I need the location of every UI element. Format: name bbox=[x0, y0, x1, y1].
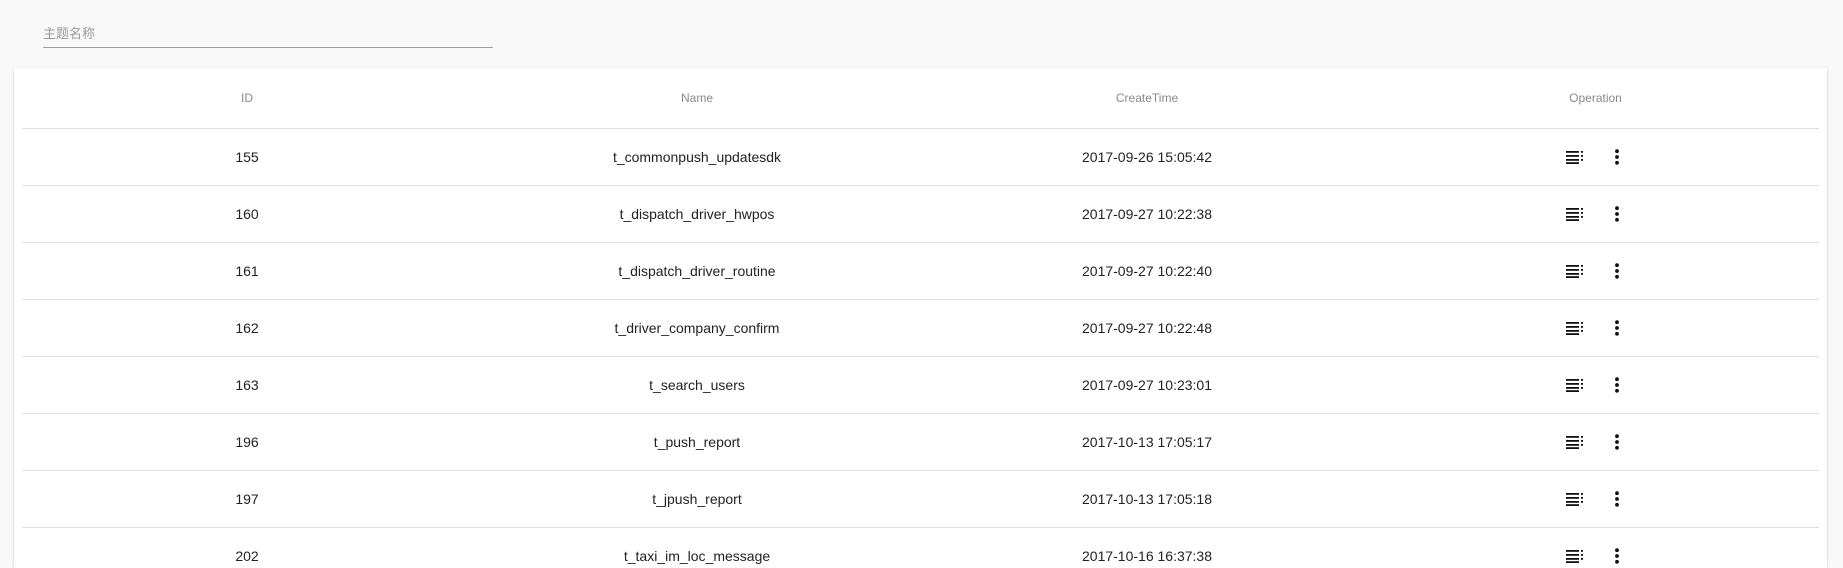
more-vert-icon[interactable] bbox=[1605, 544, 1629, 568]
cell-id: 160 bbox=[235, 206, 259, 222]
cell-id: 196 bbox=[235, 434, 259, 450]
column-header-create-time: CreateTime bbox=[1115, 91, 1179, 105]
list-detail-icon[interactable] bbox=[1563, 202, 1587, 226]
cell-create-time: 2017-09-27 10:22:40 bbox=[1082, 263, 1212, 279]
table-row: 162 t_driver_company_confirm 2017-09-27 10… bbox=[22, 300, 1819, 357]
list-detail-icon[interactable] bbox=[1563, 544, 1587, 568]
cell-operation bbox=[1372, 316, 1819, 340]
cell-create-time: 2017-09-27 10:22:48 bbox=[1082, 320, 1212, 336]
cell-operation bbox=[1372, 430, 1819, 454]
more-vert-icon[interactable] bbox=[1605, 373, 1629, 397]
cell-name: t_commonpush_updatesdk bbox=[612, 149, 782, 165]
cell-id: 202 bbox=[235, 548, 259, 564]
search-field[interactable] bbox=[43, 20, 493, 48]
cell-name: t_taxi_im_loc_message bbox=[623, 548, 771, 564]
column-header-id: ID bbox=[241, 91, 253, 105]
cell-create-time: 2017-09-26 15:05:42 bbox=[1082, 149, 1212, 165]
list-detail-icon[interactable] bbox=[1563, 373, 1587, 397]
column-header-name: Name bbox=[680, 91, 713, 105]
table-row: 196 t_push_report 2017-10-13 17:05:17 bbox=[22, 414, 1819, 471]
table-row: 163 t_search_users 2017-09-27 10:23:01 bbox=[22, 357, 1819, 414]
cell-create-time: 2017-10-16 16:37:38 bbox=[1082, 548, 1212, 564]
cell-id: 161 bbox=[235, 263, 259, 279]
table-row: 161 t_dispatch_driver_routine 2017-09-27 1… bbox=[22, 243, 1819, 300]
more-vert-icon[interactable] bbox=[1605, 430, 1629, 454]
cell-create-time: 2017-09-27 10:23:01 bbox=[1082, 377, 1212, 393]
table-row: 160 t_dispatch_driver_hwpos 2017-09-27 10:… bbox=[22, 186, 1819, 243]
cell-operation bbox=[1372, 487, 1819, 511]
cell-create-time: 2017-09-27 10:22:38 bbox=[1082, 206, 1212, 222]
list-detail-icon[interactable] bbox=[1563, 259, 1587, 283]
cell-name: t_push_report bbox=[653, 434, 741, 450]
table-body: 155 t_commonpush_updatesdk 2017-09-26 15:0… bbox=[22, 129, 1819, 568]
filter-bar bbox=[0, 0, 1843, 68]
cell-operation bbox=[1372, 373, 1819, 397]
list-detail-icon[interactable] bbox=[1563, 430, 1587, 454]
cell-name: t_dispatch_driver_routine bbox=[618, 263, 776, 279]
cell-id: 162 bbox=[235, 320, 259, 336]
table-header-row: ID Name CreateTime Operation bbox=[22, 68, 1819, 129]
list-detail-icon[interactable] bbox=[1563, 145, 1587, 169]
more-vert-icon[interactable] bbox=[1605, 259, 1629, 283]
cell-name: t_driver_company_confirm bbox=[614, 320, 780, 336]
cell-create-time: 2017-10-13 17:05:18 bbox=[1082, 491, 1212, 507]
cell-operation bbox=[1372, 544, 1819, 568]
list-detail-icon[interactable] bbox=[1563, 316, 1587, 340]
cell-create-time: 2017-10-13 17:05:17 bbox=[1082, 434, 1212, 450]
cell-name: t_dispatch_driver_hwpos bbox=[619, 206, 775, 222]
more-vert-icon[interactable] bbox=[1605, 145, 1629, 169]
cell-name: t_jpush_report bbox=[652, 491, 742, 507]
cell-id: 197 bbox=[235, 491, 259, 507]
table-row: 155 t_commonpush_updatesdk 2017-09-26 15:0… bbox=[22, 129, 1819, 186]
topics-table-card: ID Name CreateTime Operation 155 t_common… bbox=[14, 68, 1827, 568]
table-row: 197 t_jpush_report 2017-10-13 17:05:18 bbox=[22, 471, 1819, 528]
cell-id: 155 bbox=[235, 149, 259, 165]
topic-name-search-input[interactable] bbox=[43, 24, 493, 44]
cell-operation bbox=[1372, 202, 1819, 226]
cell-name: t_search_users bbox=[649, 377, 745, 393]
more-vert-icon[interactable] bbox=[1605, 316, 1629, 340]
column-header-operation: Operation bbox=[1569, 91, 1622, 105]
list-detail-icon[interactable] bbox=[1563, 487, 1587, 511]
cell-operation bbox=[1372, 259, 1819, 283]
cell-id: 163 bbox=[235, 377, 259, 393]
more-vert-icon[interactable] bbox=[1605, 487, 1629, 511]
topics-table: ID Name CreateTime Operation 155 t_common… bbox=[22, 68, 1819, 568]
cell-operation bbox=[1372, 145, 1819, 169]
table-row: 202 t_taxi_im_loc_message 2017-10-16 16:37… bbox=[22, 528, 1819, 568]
more-vert-icon[interactable] bbox=[1605, 202, 1629, 226]
